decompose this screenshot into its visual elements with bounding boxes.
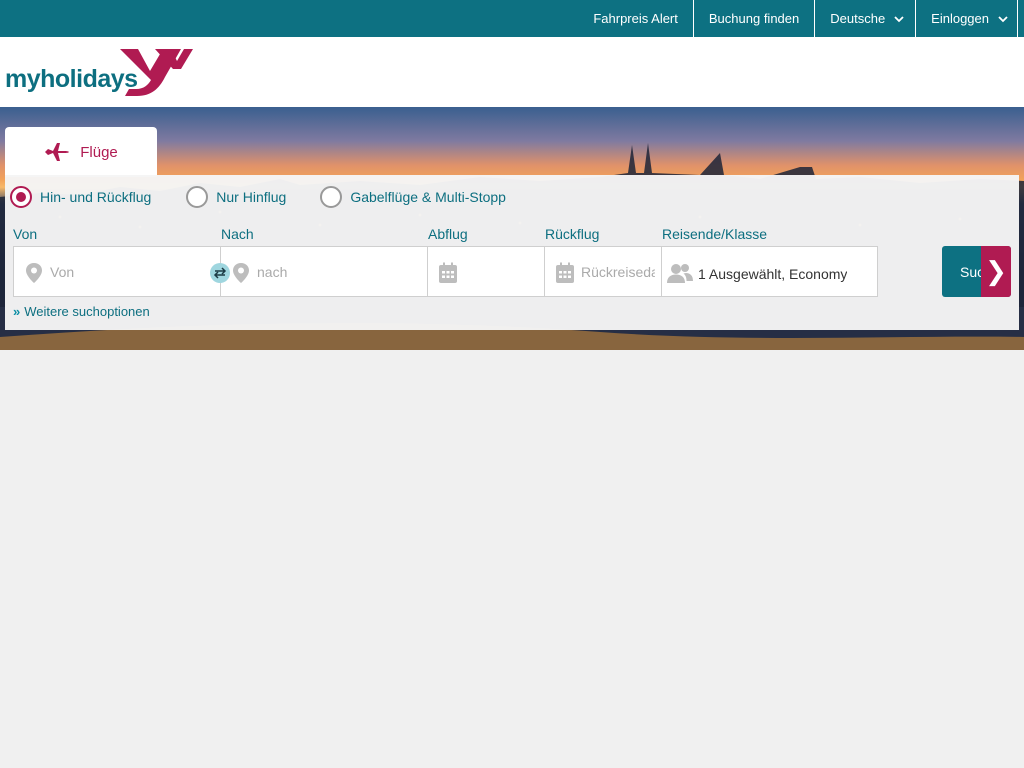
double-chevron-right-icon: » (13, 304, 21, 319)
return-placeholder: Rückreisedatum (581, 264, 655, 280)
travellers-class-selector[interactable]: 1 Ausgewählt, Economy (662, 246, 878, 297)
users-icon (667, 264, 693, 283)
more-search-options-link[interactable]: » Weitere suchoptionen (13, 304, 150, 319)
radio-circle[interactable] (320, 186, 343, 208)
radio-label: Gabelflüge & Multi-Stopp (350, 189, 506, 205)
return-label: Rückflug (545, 226, 600, 242)
search-button[interactable]: Suchen ❯ (942, 246, 1011, 297)
chevron-down-icon (998, 15, 1008, 22)
flight-search-panel: Hin- und Rückflug Nur Hinflug Gabelflüge… (5, 175, 1019, 330)
depart-date-input[interactable] (428, 246, 545, 297)
from-input[interactable]: Von (13, 246, 230, 297)
radio-circle[interactable] (186, 186, 209, 208)
location-pin-icon (233, 263, 249, 283)
chevron-right-icon: ❯ (981, 246, 1011, 297)
swap-airports-button[interactable] (210, 263, 230, 283)
fare-alert-link[interactable]: Fahrpreis Alert (578, 0, 693, 37)
login-dropdown[interactable]: Einloggen (915, 0, 1018, 37)
return-date-input[interactable]: Rückreisedatum (545, 246, 662, 297)
myholidays-logo[interactable]: myholidays (5, 47, 195, 99)
trip-type-radio-group: Hin- und Rückflug Nur Hinflug Gabelflüge… (10, 186, 506, 208)
radio-multi-stop[interactable]: Gabelflüge & Multi-Stopp (320, 186, 506, 208)
top-navigation-bar: Fahrpreis Alert Buchung finden Deutsche … (0, 0, 1024, 37)
travellers-label: Reisende/Klasse (662, 226, 768, 242)
from-placeholder: Von (50, 264, 75, 280)
swap-arrows-icon (213, 267, 227, 279)
tab-flights-label: Flüge (80, 143, 118, 161)
from-label: Von (13, 226, 38, 242)
depart-label: Abflug (428, 226, 468, 242)
calendar-icon (439, 262, 457, 283)
tab-flights[interactable]: Flüge (5, 127, 157, 177)
more-options-label: Weitere suchoptionen (24, 304, 150, 319)
language-dropdown[interactable]: Deutsche (814, 0, 915, 37)
find-booking-link[interactable]: Buchung finden (692, 0, 814, 37)
location-pin-icon (26, 263, 42, 283)
radio-label: Hin- und Rückflug (40, 189, 152, 205)
to-input[interactable]: nach (221, 246, 428, 297)
radio-label: Nur Hinflug (216, 189, 287, 205)
to-placeholder: nach (257, 264, 288, 280)
radio-one-way[interactable]: Nur Hinflug (186, 186, 286, 208)
plane-icon (45, 143, 70, 161)
travellers-value: 1 Ausgewählt, Economy (698, 266, 848, 282)
logo-text: myholidays (5, 65, 138, 93)
radio-round-trip[interactable]: Hin- und Rückflug (10, 186, 151, 208)
top-nav-items: Fahrpreis Alert Buchung finden Deutsche … (578, 0, 1018, 37)
radio-circle[interactable] (10, 186, 32, 208)
search-inputs-row: Von nach Rückreiseda 1 Ausgewählt, Econo… (13, 246, 878, 297)
site-header: myholidays (0, 37, 1024, 107)
to-label: Nach (221, 226, 254, 242)
calendar-icon (556, 262, 574, 283)
chevron-down-icon (894, 15, 904, 22)
